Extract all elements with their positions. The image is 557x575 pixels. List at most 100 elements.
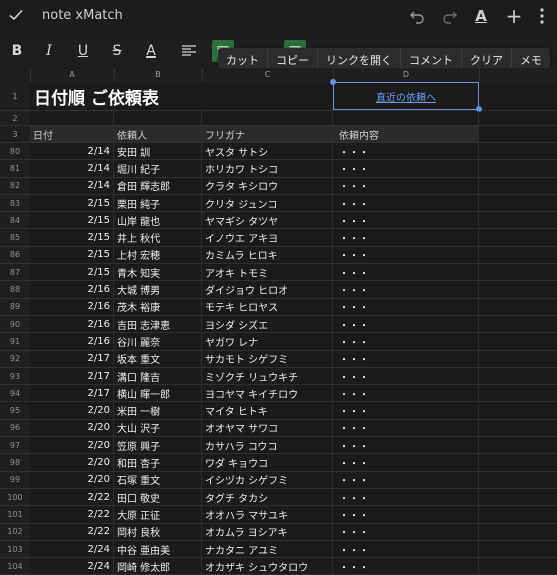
sheet-title[interactable]: 日付順 ご依頼表 — [34, 82, 159, 110]
date-cell[interactable]: 2/24 — [30, 540, 114, 558]
selection-handle[interactable] — [330, 79, 336, 85]
date-cell[interactable]: 2/15 — [30, 212, 114, 229]
column-header-a[interactable]: A — [30, 68, 115, 82]
column-header-b[interactable]: B — [114, 68, 203, 82]
client-name-cell[interactable]: 米田 一樹 — [114, 402, 202, 419]
column-header-d[interactable]: D — [333, 68, 480, 82]
row-number[interactable]: 104 — [0, 558, 30, 575]
row-number[interactable]: 98 — [0, 454, 30, 471]
client-name-cell[interactable]: 横山 暉一郎 — [114, 385, 202, 402]
empty-cell[interactable] — [30, 111, 114, 125]
date-cell[interactable]: 2/16 — [30, 316, 114, 333]
recent-request-link[interactable]: 直近の依頼へ — [333, 82, 479, 110]
request-cell[interactable]: ・・・ — [333, 143, 479, 160]
furigana-cell[interactable]: ヤガワ レナ — [202, 333, 333, 350]
strikethrough-icon[interactable]: S — [106, 40, 128, 62]
furigana-cell[interactable]: カミムラ ヒロキ — [202, 246, 333, 264]
request-cell[interactable]: ・・・ — [333, 385, 479, 402]
furigana-cell[interactable]: クリタ ジュンコ — [202, 194, 333, 212]
furigana-cell[interactable]: クラタ キシロウ — [202, 177, 333, 194]
underline-icon[interactable]: U — [72, 40, 94, 62]
row-number[interactable]: 80 — [0, 143, 30, 160]
furigana-cell[interactable]: モテキ ヒロヤス — [202, 298, 333, 315]
furigana-cell[interactable]: ヤスタ サトシ — [202, 143, 333, 160]
text-format-icon[interactable]: A — [472, 7, 490, 25]
furigana-cell[interactable]: イノウエ アキヨ — [202, 229, 333, 246]
header-client[interactable]: 依頼人 — [114, 126, 202, 142]
request-cell[interactable]: ・・・ — [333, 333, 479, 350]
request-cell[interactable]: ・・・ — [333, 523, 479, 540]
furigana-cell[interactable]: タグチ タカシ — [202, 489, 333, 506]
italic-icon[interactable]: I — [38, 40, 60, 62]
request-cell[interactable]: ・・・ — [333, 471, 479, 488]
date-cell[interactable]: 2/15 — [30, 264, 114, 281]
request-cell[interactable]: ・・・ — [333, 402, 479, 419]
text-color-icon[interactable]: A — [140, 40, 162, 62]
date-cell[interactable]: 2/16 — [30, 281, 114, 298]
client-name-cell[interactable]: 中谷 亜由美 — [114, 540, 202, 558]
client-name-cell[interactable]: 大城 博男 — [114, 281, 202, 298]
row-number[interactable]: 90 — [0, 316, 30, 333]
client-name-cell[interactable]: 谷川 麗奈 — [114, 333, 202, 350]
row-number[interactable]: 93 — [0, 367, 30, 385]
date-cell[interactable]: 2/16 — [30, 298, 114, 315]
row-number[interactable]: 86 — [0, 246, 30, 264]
furigana-cell[interactable]: マイタ ヒトキ — [202, 402, 333, 419]
row-number[interactable]: 3 — [0, 126, 30, 142]
request-cell[interactable]: ・・・ — [333, 350, 479, 367]
client-name-cell[interactable]: 岡崎 修太郎 — [114, 558, 202, 575]
row-number[interactable]: 88 — [0, 281, 30, 298]
client-name-cell[interactable]: 栗田 純子 — [114, 194, 202, 212]
row-number[interactable]: 102 — [0, 523, 30, 540]
header-request[interactable]: 依頼内容 — [333, 126, 479, 142]
header-furigana[interactable]: フリガナ — [202, 126, 333, 142]
empty-cell[interactable] — [333, 111, 479, 125]
client-name-cell[interactable]: 大山 沢子 — [114, 419, 202, 437]
client-name-cell[interactable]: 堀川 紀子 — [114, 160, 202, 177]
row-number[interactable]: 103 — [0, 540, 30, 558]
request-cell[interactable]: ・・・ — [333, 194, 479, 212]
row-number[interactable]: 87 — [0, 264, 30, 281]
empty-cell[interactable] — [202, 111, 333, 125]
request-cell[interactable]: ・・・ — [333, 281, 479, 298]
date-cell[interactable]: 2/15 — [30, 229, 114, 246]
request-cell[interactable]: ・・・ — [333, 489, 479, 506]
request-cell[interactable]: ・・・ — [333, 367, 479, 385]
undo-icon[interactable] — [408, 7, 426, 25]
furigana-cell[interactable]: ヨコヤマ キイチロウ — [202, 385, 333, 402]
row-number[interactable]: 89 — [0, 298, 30, 315]
furigana-cell[interactable]: アオキ トモミ — [202, 264, 333, 281]
date-cell[interactable]: 2/22 — [30, 489, 114, 506]
client-name-cell[interactable]: 茂木 裕康 — [114, 298, 202, 315]
client-name-cell[interactable]: 大原 正征 — [114, 506, 202, 523]
request-cell[interactable]: ・・・ — [333, 454, 479, 471]
furigana-cell[interactable]: ナカタニ アユミ — [202, 540, 333, 558]
request-cell[interactable]: ・・・ — [333, 246, 479, 264]
row-number[interactable]: 96 — [0, 419, 30, 437]
client-name-cell[interactable]: 岡村 良秋 — [114, 523, 202, 540]
row-number[interactable]: 94 — [0, 385, 30, 402]
row-number[interactable]: 91 — [0, 333, 30, 350]
furigana-cell[interactable]: ダイジョウ ヒロオ — [202, 281, 333, 298]
date-cell[interactable]: 2/20 — [30, 454, 114, 471]
request-cell[interactable]: ・・・ — [333, 558, 479, 575]
date-cell[interactable]: 2/15 — [30, 194, 114, 212]
date-cell[interactable]: 2/22 — [30, 523, 114, 540]
row-number[interactable]: 83 — [0, 194, 30, 212]
furigana-cell[interactable]: ヨシダ シズエ — [202, 316, 333, 333]
row-number[interactable]: 97 — [0, 437, 30, 454]
add-icon[interactable]: + — [505, 4, 523, 28]
furigana-cell[interactable]: オオヤマ サワコ — [202, 419, 333, 437]
date-cell[interactable]: 2/15 — [30, 246, 114, 264]
furigana-cell[interactable]: ホリカワ トシコ — [202, 160, 333, 177]
client-name-cell[interactable]: 安田 訓 — [114, 143, 202, 160]
date-cell[interactable]: 2/20 — [30, 471, 114, 488]
client-name-cell[interactable]: 田口 敬史 — [114, 489, 202, 506]
align-left-icon[interactable] — [178, 40, 200, 62]
client-name-cell[interactable]: 井上 秋代 — [114, 229, 202, 246]
request-cell[interactable]: ・・・ — [333, 506, 479, 523]
row-number[interactable]: 84 — [0, 212, 30, 229]
date-cell[interactable]: 2/14 — [30, 143, 114, 160]
furigana-cell[interactable]: ワダ キョウコ — [202, 454, 333, 471]
date-cell[interactable]: 2/14 — [30, 160, 114, 177]
